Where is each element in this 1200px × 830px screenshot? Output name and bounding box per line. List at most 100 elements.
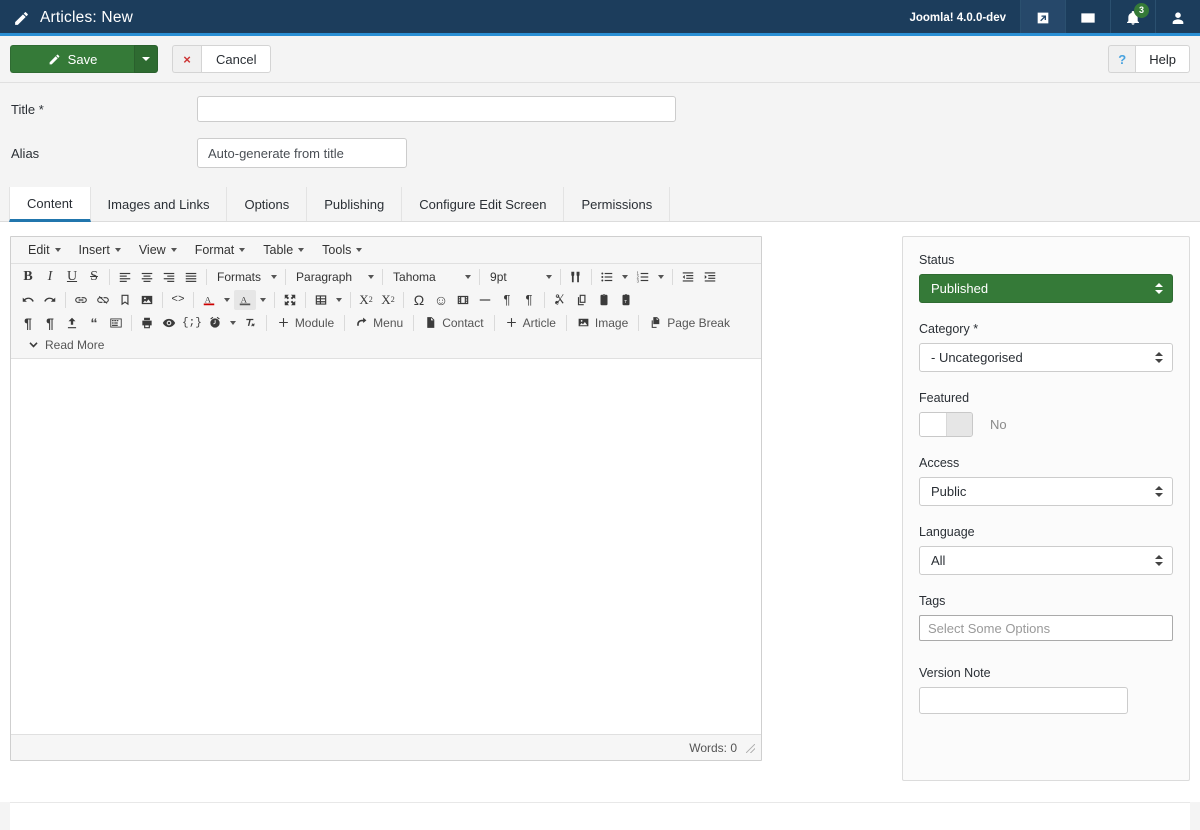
redo-icon[interactable] <box>39 290 61 310</box>
rtl-icon[interactable]: ¶ <box>518 290 540 310</box>
tab-content[interactable]: Content <box>9 187 91 222</box>
tags-input[interactable] <box>919 615 1173 641</box>
tab-publishing[interactable]: Publishing <box>307 187 402 221</box>
category-select[interactable]: - Uncategorised <box>919 343 1173 372</box>
table-dropdown[interactable] <box>332 290 346 310</box>
bold-icon[interactable]: B <box>17 267 39 287</box>
table-icon[interactable] <box>310 290 332 310</box>
access-select[interactable]: Public <box>919 477 1173 506</box>
bullet-list-icon[interactable] <box>596 267 618 287</box>
show-blocks-icon[interactable]: ¶ <box>17 313 39 333</box>
print-icon[interactable] <box>136 313 158 333</box>
insert-module-button[interactable]: Module <box>271 313 340 333</box>
paste-icon[interactable] <box>593 290 615 310</box>
insert-image-button[interactable]: Image <box>571 313 634 333</box>
messages-icon[interactable] <box>1065 0 1110 36</box>
horizontal-rule-icon[interactable] <box>474 290 496 310</box>
fullscreen-icon[interactable] <box>279 290 301 310</box>
remove-format-icon[interactable] <box>240 313 262 333</box>
question-mark-icon[interactable]: ? <box>1108 45 1135 73</box>
insert-article-button[interactable]: Article <box>499 313 562 333</box>
numbered-list-dropdown[interactable] <box>654 267 668 287</box>
visual-characters-icon[interactable] <box>105 313 127 333</box>
formats-select[interactable]: Formats <box>211 267 281 287</box>
save-button[interactable]: Save <box>10 45 134 73</box>
align-right-icon[interactable] <box>158 267 180 287</box>
user-menu-icon[interactable] <box>1155 0 1200 36</box>
menu-format[interactable]: Format <box>186 241 255 259</box>
menu-view[interactable]: View <box>130 241 186 259</box>
preview-site-icon[interactable] <box>1020 0 1065 36</box>
align-center-icon[interactable] <box>136 267 158 287</box>
title-input[interactable] <box>197 96 676 122</box>
font-family-select[interactable]: Tahoma <box>387 267 475 287</box>
insert-datetime-icon[interactable] <box>204 313 226 333</box>
alias-input[interactable] <box>197 138 407 168</box>
unlink-icon[interactable] <box>92 290 114 310</box>
indent-icon[interactable] <box>699 267 721 287</box>
insert-contact-button[interactable]: Contact <box>418 313 489 333</box>
font-size-select[interactable]: 9pt <box>484 267 556 287</box>
tab-configure-edit-screen[interactable]: Configure Edit Screen <box>402 187 564 221</box>
editor-resize-handle[interactable] <box>745 743 755 753</box>
special-character-icon[interactable]: Ω <box>408 290 430 310</box>
template-icon[interactable] <box>61 313 83 333</box>
menu-edit[interactable]: Edit <box>19 241 70 259</box>
source-code-icon[interactable]: <> <box>167 290 189 310</box>
insert-read-more-button[interactable]: Read More <box>21 335 110 355</box>
save-dropdown-toggle[interactable] <box>134 45 158 73</box>
background-color-dropdown[interactable] <box>256 290 270 310</box>
blockquote-icon[interactable]: “ <box>83 313 105 333</box>
paste-as-text-icon[interactable]: T <box>615 290 637 310</box>
link-icon[interactable] <box>70 290 92 310</box>
language-select[interactable]: All <box>919 546 1173 575</box>
article-settings-panel: Status Published Category * - Uncategori… <box>902 236 1190 781</box>
bullet-list-dropdown[interactable] <box>618 267 632 287</box>
close-icon[interactable]: × <box>172 45 201 73</box>
subscript-icon[interactable]: X2 <box>355 290 377 310</box>
copy-icon[interactable] <box>571 290 593 310</box>
menu-tools[interactable]: Tools <box>313 241 371 259</box>
tinymce-editor: Edit Insert View Format Table <box>10 236 762 761</box>
underline-icon[interactable]: U <box>61 267 83 287</box>
outdent-icon[interactable] <box>677 267 699 287</box>
italic-icon[interactable]: I <box>39 267 61 287</box>
numbered-list-icon[interactable]: 123 <box>632 267 654 287</box>
insert-image-icon[interactable] <box>136 290 158 310</box>
cancel-button[interactable]: Cancel <box>201 45 271 73</box>
text-color-icon[interactable]: A <box>198 290 220 310</box>
background-color-icon[interactable]: A <box>234 290 256 310</box>
emoticon-icon[interactable]: ☺ <box>430 290 452 310</box>
insert-menu-button[interactable]: Menu <box>349 313 409 333</box>
align-justify-icon[interactable] <box>180 267 202 287</box>
help-button[interactable]: Help <box>1135 45 1190 73</box>
featured-toggle-row: No <box>919 412 1173 437</box>
text-color-dropdown[interactable] <box>220 290 234 310</box>
menu-insert[interactable]: Insert <box>70 241 130 259</box>
toolbar-separator <box>206 269 207 285</box>
paragraph-select[interactable]: Paragraph <box>290 267 378 287</box>
undo-icon[interactable] <box>17 290 39 310</box>
preview-icon[interactable] <box>158 313 180 333</box>
ltr-icon[interactable]: ¶ <box>496 290 518 310</box>
tab-permissions[interactable]: Permissions <box>564 187 670 221</box>
editor-content-area[interactable] <box>11 359 761 734</box>
insert-datetime-dropdown[interactable] <box>226 313 240 333</box>
code-sample-icon[interactable]: {;} <box>180 313 204 333</box>
insert-page-break-button[interactable]: Page Break <box>643 313 736 333</box>
anchor-icon[interactable] <box>114 290 136 310</box>
notifications-icon[interactable]: 3 <box>1110 0 1155 36</box>
cut-icon[interactable] <box>549 290 571 310</box>
superscript-icon[interactable]: X2 <box>377 290 399 310</box>
version-note-input[interactable] <box>919 687 1128 714</box>
visual-blocks-icon[interactable]: ¶ <box>39 313 61 333</box>
tab-options[interactable]: Options <box>227 187 307 221</box>
featured-toggle[interactable] <box>919 412 973 437</box>
search-replace-icon[interactable] <box>565 267 587 287</box>
status-select[interactable]: Published <box>919 274 1173 303</box>
tab-images-and-links[interactable]: Images and Links <box>91 187 228 221</box>
strikethrough-icon[interactable]: S <box>83 267 105 287</box>
insert-media-icon[interactable] <box>452 290 474 310</box>
menu-table[interactable]: Table <box>254 241 313 259</box>
align-left-icon[interactable] <box>114 267 136 287</box>
